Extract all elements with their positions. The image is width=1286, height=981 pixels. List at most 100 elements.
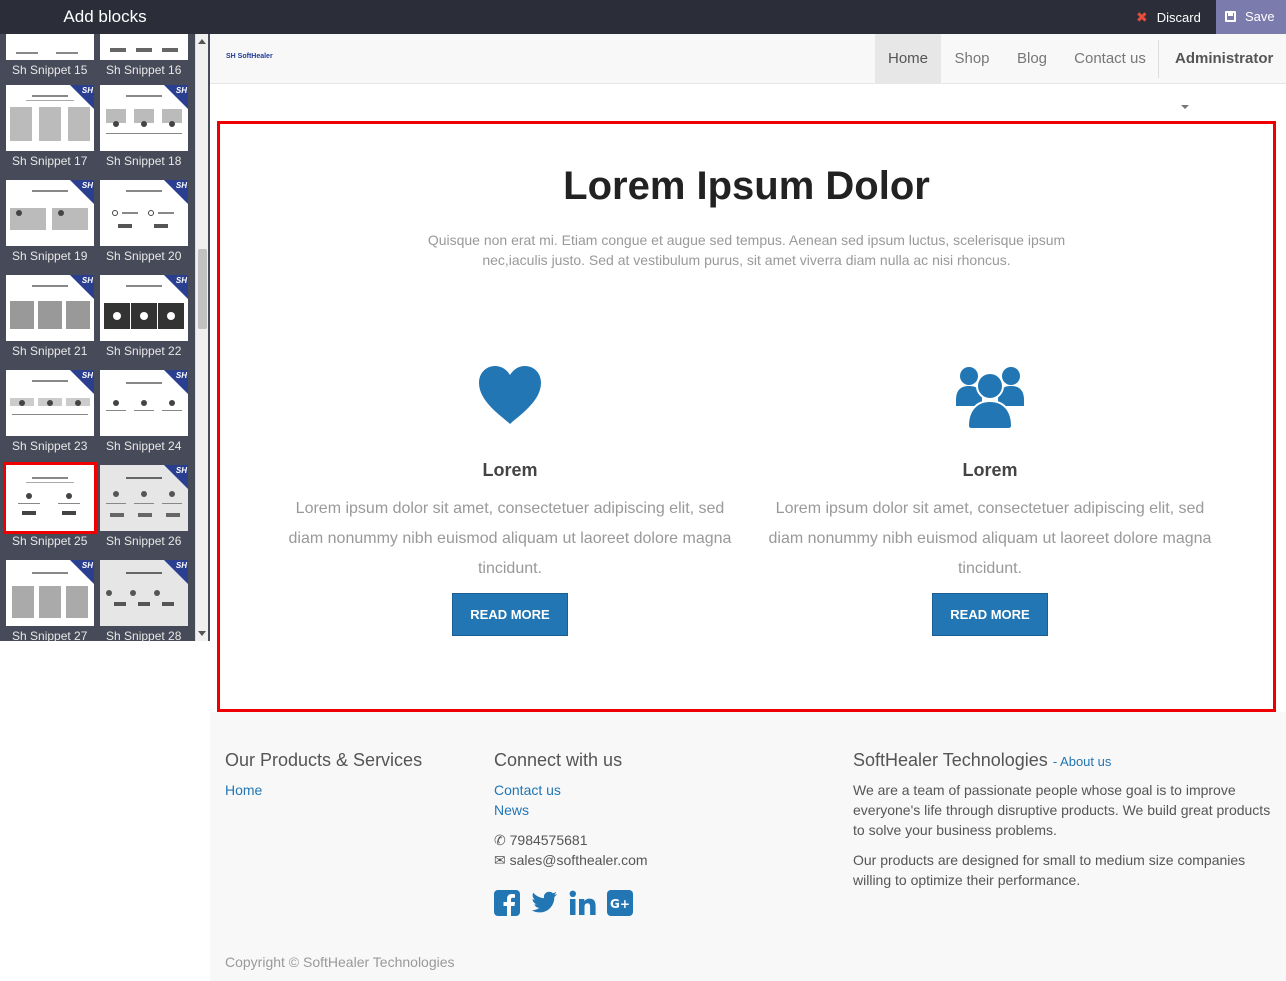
snippet-17[interactable]: SH Sh Snippet 17 xyxy=(6,85,94,175)
save-label: Save xyxy=(1245,9,1275,24)
snippet-thumbnail[interactable]: SH xyxy=(6,275,94,341)
snippet-thumbnail[interactable] xyxy=(6,34,94,60)
sh-badge: SH xyxy=(81,86,93,95)
snippet-16[interactable]: Sh Snippet 16 xyxy=(100,34,188,84)
snippet-thumbnail[interactable]: SH xyxy=(100,180,188,246)
sh-badge: SH xyxy=(175,276,187,285)
discard-button[interactable]: ✖ Discard xyxy=(1125,0,1215,34)
snippet-label: Sh Snippet 26 xyxy=(106,534,182,548)
snippet-label: Sh Snippet 17 xyxy=(12,154,88,168)
footer-link-contact-us[interactable]: Contact us xyxy=(494,780,794,800)
snippet-thumbnail[interactable]: SH xyxy=(100,275,188,341)
heart-icon xyxy=(280,364,740,434)
snippet-19[interactable]: SH Sh Snippet 19 xyxy=(6,180,94,270)
snippet-label: Sh Snippet 25 xyxy=(12,534,88,548)
editor-toolbar: ✖ Discard Save xyxy=(210,0,1286,34)
selected-snippet-section[interactable]: Lorem Ipsum Dolor Quisque non erat mi. E… xyxy=(217,121,1276,712)
snippet-22[interactable]: SH Sh Snippet 22 xyxy=(100,275,188,365)
nav-blog[interactable]: Blog xyxy=(1006,34,1058,83)
snippet-label: Sh Snippet 22 xyxy=(106,344,182,358)
snippet-thumbnail[interactable]: SH xyxy=(100,370,188,436)
snippet-label: Sh Snippet 16 xyxy=(106,63,182,77)
snippet-thumbnail[interactable] xyxy=(3,462,97,534)
snippet-28[interactable]: SH Sh Snippet 28 xyxy=(100,560,188,641)
snippet-label: Sh Snippet 27 xyxy=(12,629,88,641)
linkedin-icon[interactable] xyxy=(569,890,597,921)
nav-shop[interactable]: Shop xyxy=(944,34,1000,83)
caret-down-icon xyxy=(1181,105,1189,109)
facebook-icon[interactable] xyxy=(494,890,520,921)
feature-text: Lorem ipsum dolor sit amet, consectetuer… xyxy=(288,500,732,577)
snippet-thumbnail[interactable]: SH xyxy=(6,370,94,436)
envelope-icon: ✉ xyxy=(494,852,506,868)
snippet-25[interactable]: Sh Snippet 25 xyxy=(3,462,97,555)
snippet-24[interactable]: SH Sh Snippet 24 xyxy=(100,370,188,460)
company-description: We are a team of passionate people whose… xyxy=(853,782,1271,838)
save-button[interactable]: Save xyxy=(1216,0,1286,34)
snippet-thumbnail[interactable]: SH xyxy=(100,85,188,151)
snippet-label: Sh Snippet 20 xyxy=(106,249,182,263)
snippet-list[interactable]: Sh Snippet 15 Sh Snippet 16 SH Sh Snippe… xyxy=(0,34,210,641)
snippet-20[interactable]: SH Sh Snippet 20 xyxy=(100,180,188,270)
social-links: G+ xyxy=(494,890,794,920)
snippet-18[interactable]: SH Sh Snippet 18 xyxy=(100,85,188,175)
sh-badge: SH xyxy=(81,371,93,380)
feature-text: Lorem ipsum dolor sit amet, consectetuer… xyxy=(768,500,1212,577)
footer-heading: Connect with us xyxy=(494,750,623,770)
nav-contact-us[interactable]: Contact us xyxy=(1066,34,1154,83)
site-navbar: SH SoftHealer Home Shop Blog Contact us … xyxy=(210,34,1286,109)
snippet-label: Sh Snippet 24 xyxy=(106,439,182,453)
user-menu[interactable]: Administrator xyxy=(1175,34,1286,109)
nav-home[interactable]: Home xyxy=(875,34,941,83)
snippet-thumbnail[interactable]: SH xyxy=(100,560,188,626)
sh-badge: SH xyxy=(81,276,93,285)
footer-link-home[interactable]: Home xyxy=(225,780,465,800)
section-title: Lorem Ipsum Dolor xyxy=(563,164,930,208)
footer-link-news[interactable]: News xyxy=(494,800,794,820)
snippet-26[interactable]: SH Sh Snippet 26 xyxy=(100,465,188,555)
snippet-label: Sh Snippet 21 xyxy=(12,344,88,358)
users-icon xyxy=(760,364,1220,434)
snippet-thumbnail[interactable]: SH xyxy=(6,560,94,626)
snippet-thumbnail[interactable]: SH xyxy=(6,85,94,151)
snippet-scrollbar[interactable] xyxy=(195,34,208,641)
footer-heading: Our Products & Services xyxy=(225,750,423,770)
phone-number: 7984575681 xyxy=(509,832,588,848)
sh-badge: SH xyxy=(175,86,187,95)
scroll-up-icon[interactable] xyxy=(198,39,206,44)
about-us-link[interactable]: About us xyxy=(1060,754,1111,769)
feature-card: Lorem Lorem ipsum dolor sit amet, consec… xyxy=(760,364,1220,636)
discard-label: Discard xyxy=(1156,10,1201,25)
footer-connect-column: Connect with us Contact us News ✆ 798457… xyxy=(494,750,794,920)
scroll-thumb[interactable] xyxy=(198,249,207,329)
email-address[interactable]: sales@softhealer.com xyxy=(510,852,648,868)
snippet-27[interactable]: SH Sh Snippet 27 xyxy=(6,560,94,641)
google-plus-icon[interactable]: G+ xyxy=(607,890,634,921)
company-description-2: Our products are designed for small to m… xyxy=(853,852,1246,888)
snippet-23[interactable]: SH Sh Snippet 23 xyxy=(6,370,94,460)
logo[interactable]: SH SoftHealer xyxy=(226,53,273,60)
close-icon: ✖ xyxy=(1136,9,1148,25)
copyright: Copyright © SoftHealer Technologies xyxy=(225,954,455,970)
sh-badge: SH xyxy=(175,561,187,570)
snippet-label: Sh Snippet 19 xyxy=(12,249,88,263)
snippet-thumbnail[interactable] xyxy=(100,34,188,60)
sh-badge: SH xyxy=(175,181,187,190)
twitter-icon[interactable] xyxy=(530,891,558,920)
email-line: ✉ sales@softhealer.com xyxy=(494,850,794,870)
footer-company-column: SoftHealer Technologies - About us We ar… xyxy=(853,750,1273,900)
read-more-button[interactable]: READ MORE xyxy=(932,593,1048,636)
snippet-thumbnail[interactable]: SH xyxy=(100,465,188,531)
svg-text:G+: G+ xyxy=(610,897,630,911)
scroll-down-icon[interactable] xyxy=(198,631,206,636)
add-blocks-panel: Add blocks Sh Snippet 15 Sh Snippet 16 S… xyxy=(0,0,210,981)
snippet-label: Sh Snippet 23 xyxy=(12,439,88,453)
snippet-thumbnail[interactable]: SH xyxy=(6,180,94,246)
feature-heading: Lorem xyxy=(482,460,538,480)
read-more-button[interactable]: READ MORE xyxy=(452,593,568,636)
floppy-disk-icon xyxy=(1225,11,1236,22)
snippet-21[interactable]: SH Sh Snippet 21 xyxy=(6,275,94,365)
snippet-label: Sh Snippet 18 xyxy=(106,154,182,168)
snippet-15[interactable]: Sh Snippet 15 xyxy=(6,34,94,84)
snippet-label: Sh Snippet 15 xyxy=(12,63,88,77)
